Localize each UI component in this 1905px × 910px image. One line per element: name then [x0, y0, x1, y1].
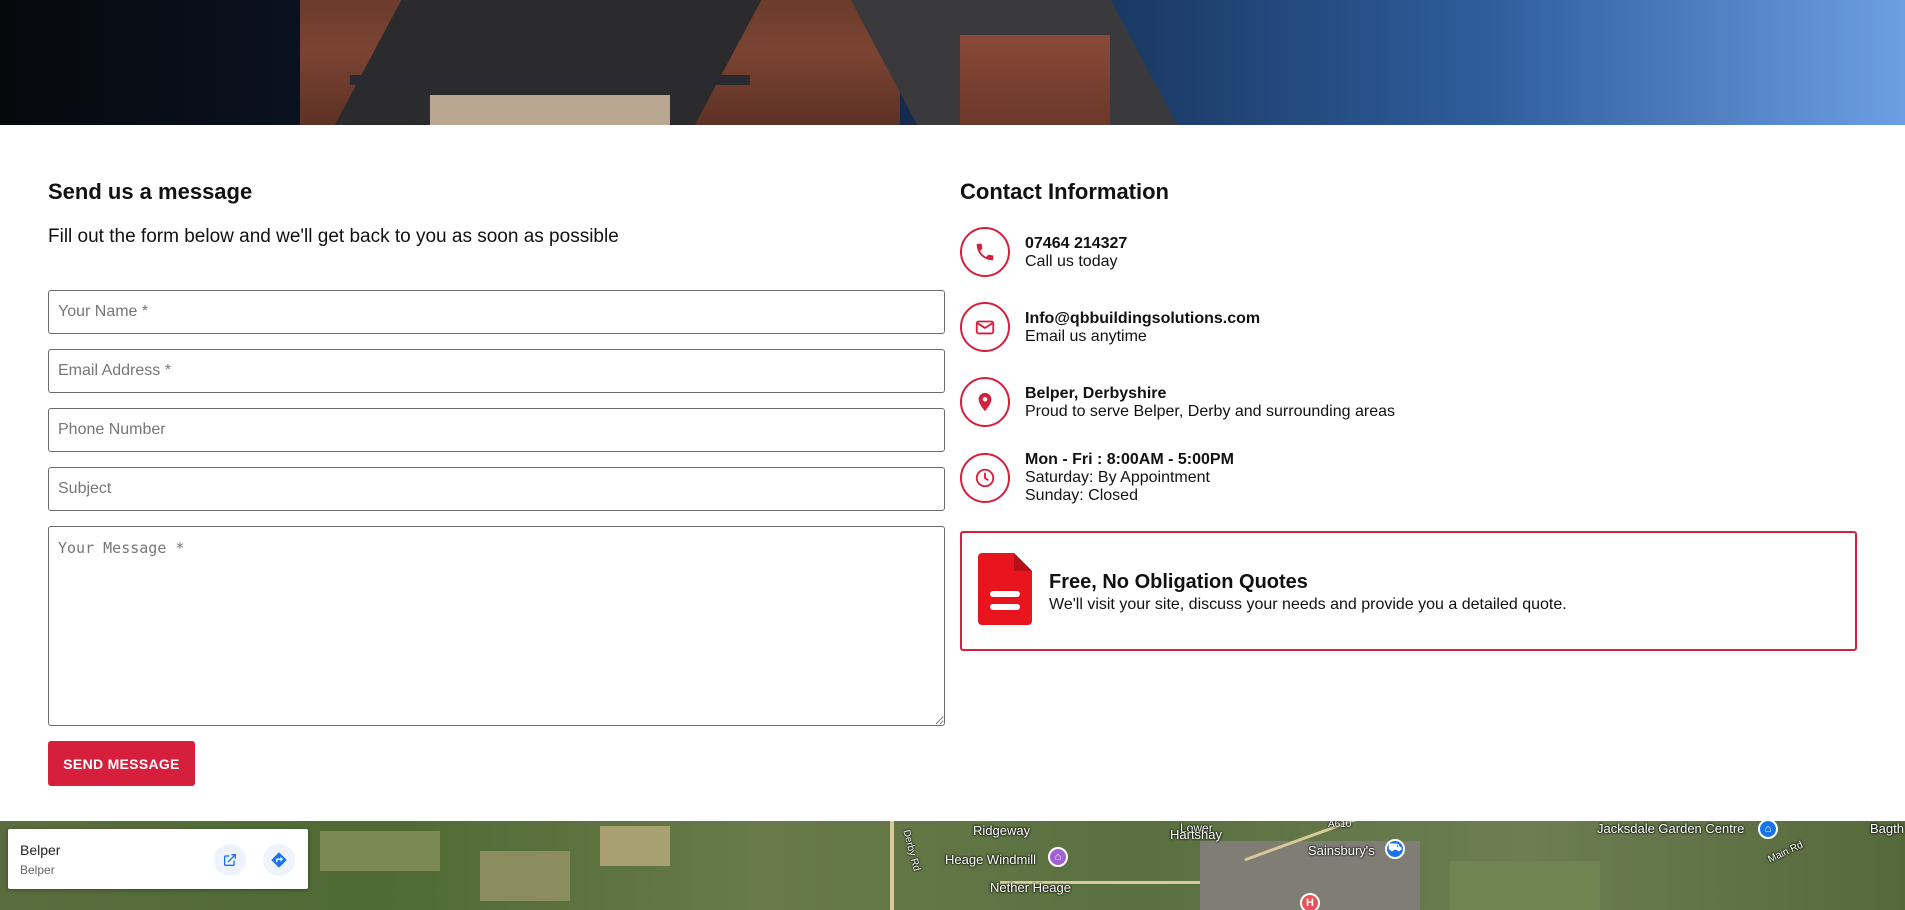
form-subtitle: Fill out the form below and we'll get ba…	[48, 226, 619, 247]
contact-hours-text: Mon - Fri : 8:00AM - 5:00PM Saturday: By…	[1025, 451, 1234, 505]
email-caption: Email us anytime	[1025, 328, 1147, 345]
hospital-pin-icon[interactable]: H	[1300, 893, 1320, 910]
contact-email-text: Info@qbbuildingsolutions.com Email us an…	[1025, 310, 1260, 346]
hero-house-gable-wall	[960, 35, 1110, 125]
message-textarea[interactable]	[48, 526, 945, 726]
email-input[interactable]	[48, 349, 945, 393]
email-address[interactable]: Info@qbbuildingsolutions.com	[1025, 310, 1260, 328]
map-label-heage-windmill: Heage Windmill	[945, 852, 1037, 867]
map-field	[1450, 861, 1600, 910]
contact-phone-text: 07464 214327 Call us today	[1025, 235, 1127, 271]
phone-input[interactable]	[48, 408, 945, 452]
map-label-jacksdale: Jacksdale Garden Centre	[1597, 821, 1745, 836]
location-name: Belper, Derbyshire	[1025, 385, 1167, 402]
phone-number[interactable]: 07464 214327	[1025, 235, 1127, 253]
open-external-icon	[224, 854, 236, 866]
embedded-map[interactable]: Ridgeway Lower Hartshay Heage Windmill ⌂…	[0, 821, 1905, 910]
free-quote-callout: Free, No Obligation Quotes We'll visit y…	[960, 531, 1857, 651]
map-field	[320, 831, 440, 871]
hero-eave	[350, 75, 750, 85]
garden-centre-pin-icon[interactable]: ⌂	[1758, 821, 1778, 839]
shopping-cart-pin-icon[interactable]: ⛟	[1385, 839, 1405, 859]
map-label-hartshay: Hartshay	[1170, 827, 1223, 842]
location-caption: Proud to serve Belper, Derby and surroun…	[1025, 403, 1395, 420]
quote-title: Free, No Obligation Quotes	[1049, 571, 1308, 593]
map-label-main-rd: Main Rd	[1766, 839, 1805, 866]
clock-icon	[960, 453, 1010, 503]
open-in-maps-button[interactable]	[214, 844, 246, 876]
name-input[interactable]	[48, 290, 945, 334]
map-road	[890, 821, 894, 910]
map-place-card: Belper Belper	[8, 829, 308, 889]
map-place-title: Belper	[20, 842, 61, 858]
map-label-ridgeway: Ridgeway	[973, 823, 1031, 838]
quote-description: We'll visit your site, discuss your need…	[1049, 596, 1567, 613]
contact-title: Contact Information	[960, 179, 1169, 204]
map-label-a610: A610	[1328, 821, 1352, 830]
directions-button[interactable]	[263, 844, 295, 876]
phone-caption: Call us today	[1025, 253, 1118, 270]
contact-location-text: Belper, Derbyshire Proud to serve Belper…	[1025, 385, 1395, 421]
map-field	[600, 826, 670, 866]
map-label-bagth: Bagth	[1870, 821, 1904, 836]
hours-weekday: Mon - Fri : 8:00AM - 5:00PM	[1025, 451, 1234, 468]
map-label-derby-rd: Derby Rd	[900, 828, 922, 873]
windmill-pin-icon[interactable]: ⌂	[1048, 847, 1068, 867]
form-title: Send us a message	[48, 179, 253, 204]
document-icon	[976, 551, 1036, 632]
phone-icon	[960, 227, 1010, 277]
contact-info-section: Contact Information 07464 214327 Call us…	[960, 177, 1858, 651]
hero-banner	[0, 0, 1905, 125]
hero-window	[430, 95, 670, 125]
send-message-button[interactable]: SEND MESSAGE	[48, 741, 195, 786]
map-label-nether-heage: Nether Heage	[990, 880, 1071, 895]
map-field	[480, 851, 570, 901]
map-label-sainsburys: Sainsbury's	[1308, 843, 1375, 858]
map-pin-icon	[960, 377, 1010, 427]
map-place-subtitle: Belper	[20, 863, 55, 877]
subject-input[interactable]	[48, 467, 945, 511]
envelope-icon	[960, 302, 1010, 352]
contact-form-section: Send us a message Fill out the form belo…	[48, 177, 945, 786]
hours-saturday: Saturday: By Appointment	[1025, 469, 1210, 486]
hours-sunday: Sunday: Closed	[1025, 487, 1138, 504]
directions-icon	[271, 852, 287, 868]
